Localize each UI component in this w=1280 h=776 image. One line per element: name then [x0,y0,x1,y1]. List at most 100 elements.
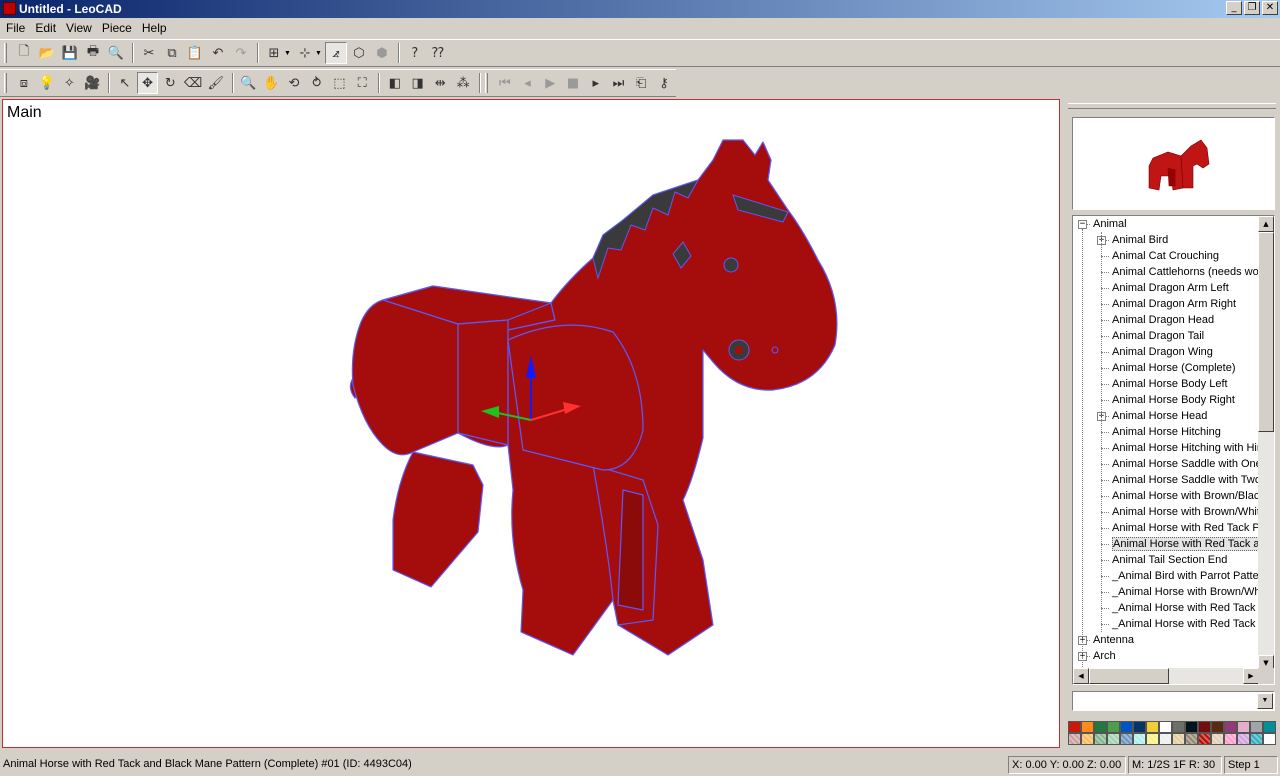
close-button[interactable]: ✕ [1262,1,1278,15]
mirror-button[interactable]: ⇹ [430,72,452,94]
main-viewport[interactable]: Main [2,99,1060,748]
app-icon[interactable] [3,2,16,15]
color-swatch[interactable] [1081,721,1094,733]
tree-item[interactable]: Animal Horse with Brown/Whit [1112,504,1259,520]
snap-dropdown-arrow-icon[interactable]: ▼ [284,50,291,57]
wireframe-button[interactable]: ⬡ [348,42,370,64]
tree-item[interactable]: Animal Horse Body Right [1112,392,1235,408]
prev-frame-button[interactable]: ◂ [517,72,539,94]
color-swatch[interactable] [1133,721,1146,733]
pan-button[interactable]: ✋ [260,72,282,94]
tree-horizontal-scrollbar[interactable]: ◀ ▶ [1073,668,1259,684]
color-swatch[interactable] [1146,721,1159,733]
color-swatch[interactable] [1120,733,1133,745]
tree-item[interactable]: Animal Horse Hitching with Hin [1112,440,1259,456]
tree-item[interactable]: Animal Horse Hitching [1112,424,1221,440]
scroll-up-button[interactable]: ▲ [1258,216,1274,232]
paint-button[interactable]: 🖌 [205,72,227,94]
array-button[interactable]: ⁂ [452,72,474,94]
color-swatch[interactable] [1120,721,1133,733]
color-swatch[interactable] [1237,721,1250,733]
menu-view[interactable]: View [62,18,98,38]
previous-button[interactable]: ◧ [384,72,406,94]
next-frame-button[interactable]: ▸ [585,72,607,94]
color-swatch[interactable] [1185,721,1198,733]
color-swatch[interactable] [1068,721,1081,733]
color-swatch[interactable] [1159,733,1172,745]
toolbar-grip[interactable] [484,73,488,93]
color-swatch[interactable] [1237,733,1250,745]
color-swatch[interactable] [1172,721,1185,733]
minimize-button[interactable]: _ [1226,1,1242,15]
undo-button[interactable]: ↶ [207,42,229,64]
color-swatch[interactable] [1211,733,1224,745]
tree-item[interactable]: Animal Dragon Arm Left [1112,280,1229,296]
insert-piece-button[interactable]: ⧈ [13,72,35,94]
move-button[interactable]: ✥ [136,72,159,94]
tree-item[interactable]: Animal Cat Crouching [1112,248,1219,264]
scroll-thumb[interactable] [1258,232,1274,432]
color-swatch[interactable] [1211,721,1224,733]
save-button[interactable]: 💾 [59,42,81,64]
piece-search-combo[interactable]: ▼ [1072,691,1275,711]
zoom-region-button[interactable]: ⬚ [329,72,351,94]
maximize-button[interactable]: ❐ [1244,1,1260,15]
color-swatch[interactable] [1198,733,1211,745]
tree-item[interactable]: Animal Tail Section End [1112,552,1227,568]
rotate-view-button[interactable]: ⟲ [283,72,305,94]
grid-snap-button[interactable]: ⊹ [294,42,316,64]
add-keys-button[interactable]: ⚷ [653,72,675,94]
tree-item[interactable]: Animal [1093,216,1127,232]
color-swatch[interactable] [1107,721,1120,733]
tree-item[interactable]: Animal Cattlehorns (needs wor [1112,264,1259,280]
color-swatch[interactable] [1224,721,1237,733]
stop-button[interactable]: ■ [562,72,584,94]
tree-item[interactable]: Animal Horse Head [1112,408,1207,424]
tree-item[interactable]: Animal Horse (Complete) [1112,360,1235,376]
tree-item[interactable]: Animal Horse with Red Tack an [1112,536,1259,552]
tree-item[interactable]: Animal Horse Saddle with One [1112,456,1259,472]
tree-item[interactable]: Animal Dragon Head [1112,312,1214,328]
panel-grip[interactable] [1068,103,1276,109]
menu-help[interactable]: Help [138,18,173,38]
color-swatch[interactable] [1250,733,1263,745]
play-button[interactable]: ▶ [539,72,561,94]
tree-item[interactable]: Arch [1093,648,1116,664]
color-swatch[interactable] [1107,733,1120,745]
color-swatch[interactable] [1081,733,1094,745]
tree-item[interactable]: Antenna [1093,632,1134,648]
cut-button[interactable]: ✂ [138,42,160,64]
tree-item[interactable]: _Animal Horse with Red Tack a [1112,616,1259,632]
tree-vertical-scrollbar[interactable]: ▲ ▼ [1258,216,1274,671]
rotate-button[interactable]: ↻ [159,72,181,94]
snap-button[interactable]: ⊞ [263,42,285,64]
tree-item[interactable]: _Animal Horse with Red Tack P [1112,600,1259,616]
first-frame-button[interactable]: ⏮ [494,72,516,94]
color-swatch[interactable] [1224,733,1237,745]
toolbar-grip[interactable] [4,73,7,93]
color-swatch[interactable] [1198,721,1211,733]
collapse-icon[interactable]: − [1078,220,1087,229]
tree-item[interactable]: Animal Horse with Red Tack Pa [1112,520,1259,536]
color-swatch[interactable] [1133,733,1146,745]
tree-item[interactable]: Animal Dragon Tail [1112,328,1204,344]
horse-model-render[interactable] [3,100,1059,747]
color-swatch[interactable] [1250,721,1263,733]
toolbar-grip[interactable] [4,43,7,63]
redo-button[interactable]: ↷ [230,42,252,64]
solid-box-button[interactable]: ⬢ [371,42,393,64]
spotlight-button[interactable]: ✧ [58,72,80,94]
color-swatch[interactable] [1185,733,1198,745]
menu-edit[interactable]: Edit [31,18,62,38]
paste-button[interactable]: 📋 [184,42,206,64]
scroll-left-button[interactable]: ◀ [1073,668,1089,684]
last-frame-button[interactable]: ⏭ [608,72,630,94]
erase-button[interactable]: ⌫ [182,72,204,94]
select-button[interactable]: ↖ [114,72,136,94]
roll-button[interactable]: ⥁ [306,72,328,94]
grid-dropdown-arrow-icon[interactable]: ▼ [315,50,322,57]
open-button[interactable]: 📂 [36,42,58,64]
color-swatch[interactable] [1263,721,1276,733]
color-swatch[interactable] [1068,733,1081,745]
tree-item[interactable]: _Animal Horse with Brown/Whi [1112,584,1259,600]
